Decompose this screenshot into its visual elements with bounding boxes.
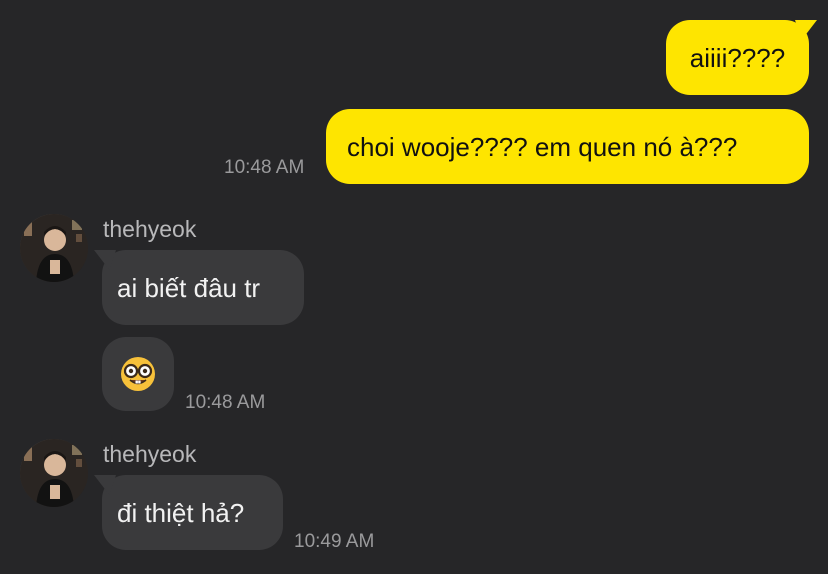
message-timestamp: 10:49 AM bbox=[294, 531, 375, 552]
nerd-face-icon bbox=[121, 357, 155, 391]
message-timestamp: 10:48 AM bbox=[224, 157, 305, 178]
outgoing-message-bubble[interactable]: aiiii???? bbox=[666, 20, 809, 95]
avatar-photo bbox=[20, 439, 88, 507]
message-text: đi thiệt hả? bbox=[117, 497, 245, 528]
sender-name: thehyeok bbox=[103, 216, 197, 242]
message-text: ai biết đâu tr bbox=[117, 272, 261, 303]
incoming-message-bubble[interactable]: đi thiệt hả? bbox=[102, 475, 283, 550]
chat-view: aiiii???? choi wooje???? em quen nó à???… bbox=[0, 0, 828, 574]
incoming-emoji-bubble[interactable] bbox=[102, 337, 174, 411]
message-text: choi wooje???? em quen nó à??? bbox=[347, 131, 738, 162]
outgoing-message-bubble[interactable]: choi wooje???? em quen nó à??? bbox=[326, 109, 809, 184]
incoming-message-bubble[interactable]: ai biết đâu tr bbox=[102, 250, 304, 325]
avatar[interactable] bbox=[20, 439, 88, 507]
message-text: aiiii???? bbox=[689, 42, 786, 73]
avatar-photo bbox=[20, 214, 88, 282]
sender-name: thehyeok bbox=[103, 441, 197, 467]
avatar[interactable] bbox=[20, 214, 88, 282]
message-timestamp: 10:48 AM bbox=[185, 392, 266, 413]
